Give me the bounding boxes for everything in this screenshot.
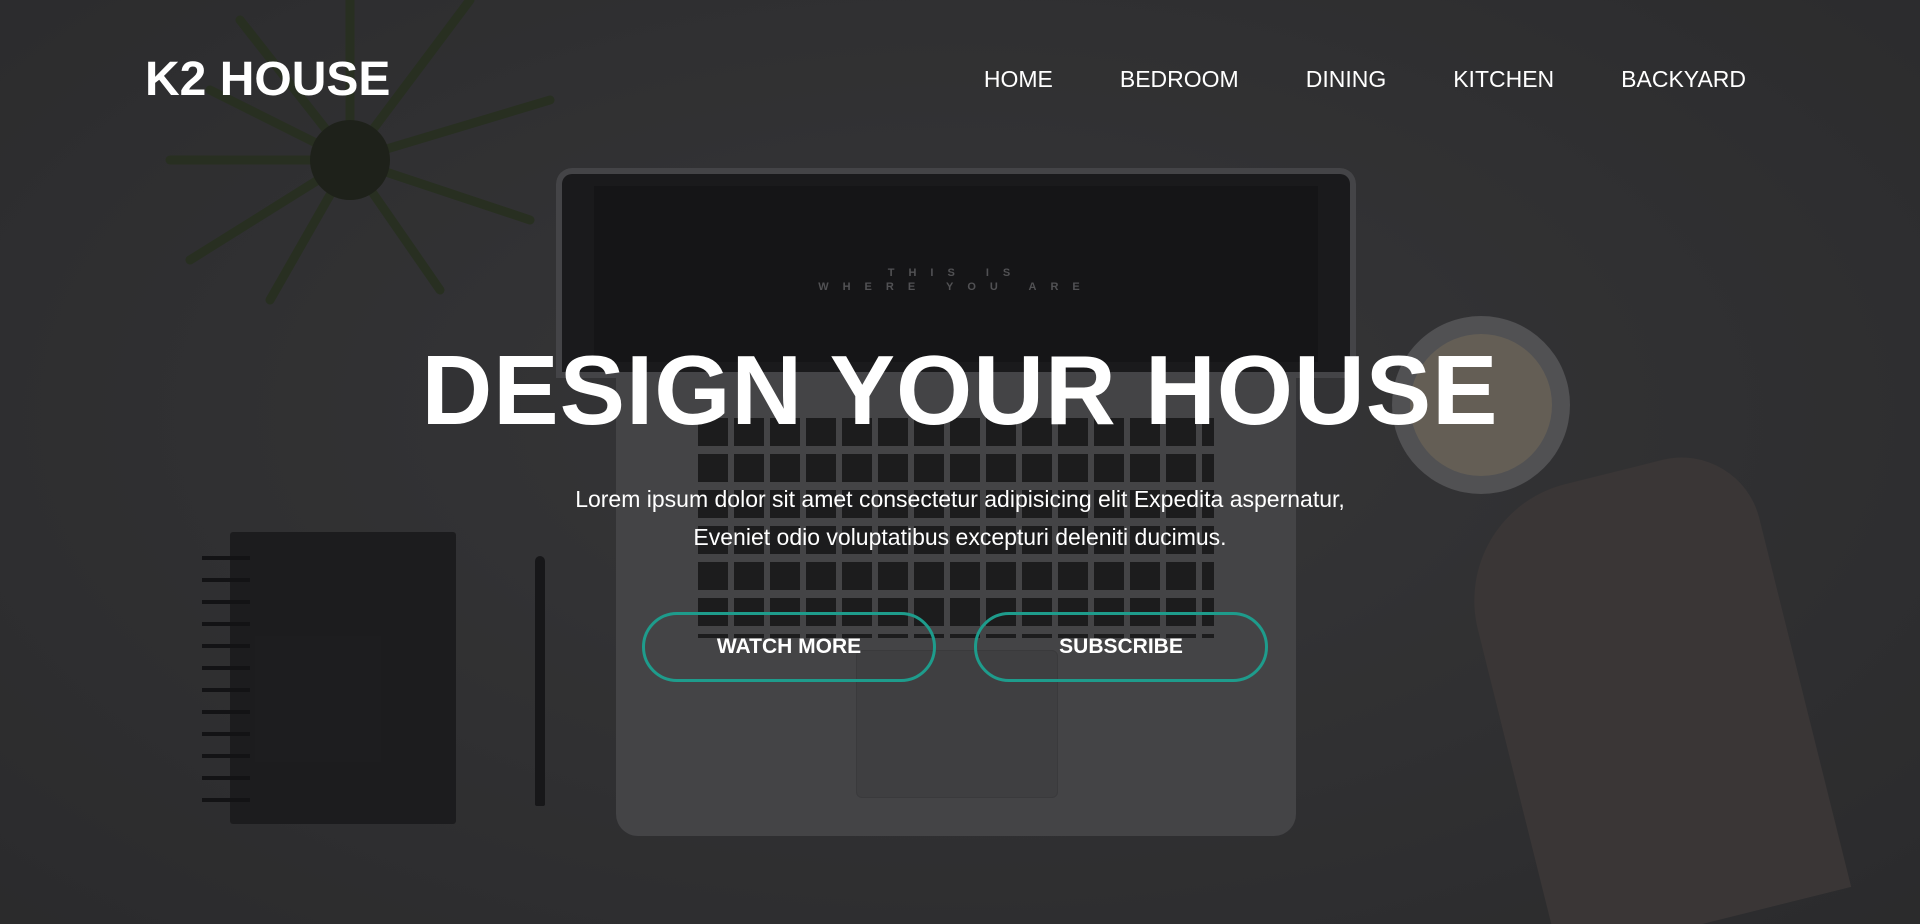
subscribe-button[interactable]: SUBSCRIBE — [974, 612, 1268, 682]
main-nav: HOME BEDROOM DINING KITCHEN BACKYARD — [984, 64, 1746, 94]
dark-overlay — [0, 0, 1920, 924]
nav-item-dining[interactable]: DINING — [1306, 64, 1387, 94]
hero-buttons: WATCH MORE SUBSCRIBE — [642, 612, 1268, 682]
hero-subtext-line1: Lorem ipsum dolor sit amet consectetur a… — [575, 486, 1345, 512]
hero-section: THIS IS WHERE YOU ARE K2 HOUSE HOME BEDR… — [0, 0, 1920, 924]
nav-item-kitchen[interactable]: KITCHEN — [1453, 64, 1554, 94]
nav-item-bedroom[interactable]: BEDROOM — [1120, 64, 1239, 94]
watch-more-button[interactable]: WATCH MORE — [642, 612, 936, 682]
nav-item-home[interactable]: HOME — [984, 64, 1053, 94]
hero-headline: DESIGN YOUR HOUSE — [421, 335, 1499, 445]
site-logo[interactable]: K2 HOUSE — [145, 52, 390, 108]
nav-item-backyard[interactable]: BACKYARD — [1621, 64, 1746, 94]
hero-subtext-line2: Eveniet odio voluptatibus excepturi dele… — [693, 524, 1227, 550]
hero-subtext: Lorem ipsum dolor sit amet consectetur a… — [460, 480, 1460, 556]
